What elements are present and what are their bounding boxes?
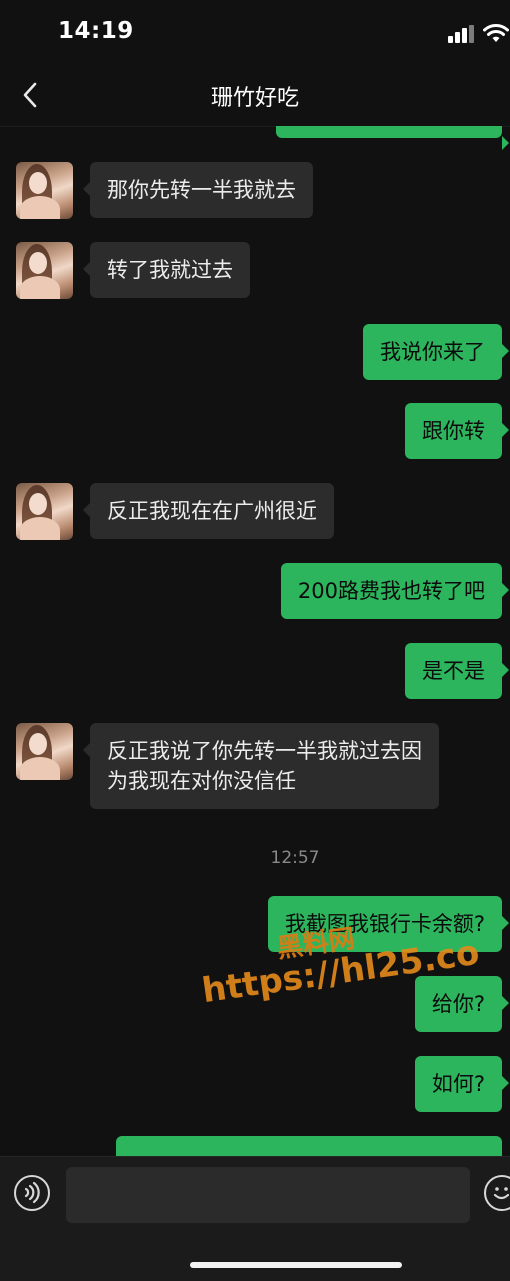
message-bubble-outgoing[interactable]: 跟你转 [405, 403, 509, 459]
chat-title: 珊竹好吃 [210, 86, 299, 111]
status-time: 14:19 [58, 18, 134, 44]
message-timestamp: 12:57 [270, 848, 320, 868]
message-bubble-outgoing[interactable]: 给你? [414, 976, 510, 1032]
message-bubble-incoming[interactable]: 反正我说了你先转一半我就过去因 为我现在对你没信任 [83, 723, 439, 809]
message-line: 反正我说了你先转一半我就过去因 [107, 739, 422, 763]
voice-input-icon[interactable] [14, 1175, 50, 1211]
wifi-icon [483, 24, 509, 42]
message-bubble-incoming[interactable]: 转了我就过去 [83, 242, 250, 298]
message-bubble-outgoing[interactable]: 如何? [414, 1056, 510, 1112]
avatar[interactable] [16, 162, 73, 219]
message-bubble-outgoing[interactable]: 200路费我也转了吧 [280, 563, 510, 619]
message-bubble-incoming[interactable]: 那你先转一半我就去 [83, 162, 313, 218]
message-bubble-outgoing[interactable]: 是不是 [405, 643, 509, 699]
message-bubble-partial[interactable] [276, 126, 509, 150]
message-list[interactable]: 那你先转一半我就去 转了我就过去 我说你来了 跟你转 反正我现在在广州很近 20… [0, 126, 510, 1156]
home-indicator[interactable] [190, 1262, 402, 1268]
status-bar: 14:19 [0, 0, 510, 62]
chat-header: 珊竹好吃 [0, 62, 510, 127]
avatar[interactable] [16, 242, 73, 299]
emoji-icon[interactable] [484, 1175, 510, 1211]
message-bubble-outgoing[interactable]: 我说你来了 [363, 324, 509, 380]
message-bubble-partial[interactable] [116, 1136, 502, 1156]
message-bubble-outgoing[interactable]: 我截图我银行卡余额? [267, 896, 510, 952]
message-bubble-incoming[interactable]: 反正我现在在广州很近 [83, 483, 334, 539]
signal-icon [448, 25, 478, 43]
avatar[interactable] [16, 483, 73, 540]
message-line: 为我现在对你没信任 [107, 769, 296, 793]
message-input[interactable] [66, 1167, 470, 1223]
avatar[interactable] [16, 723, 73, 780]
